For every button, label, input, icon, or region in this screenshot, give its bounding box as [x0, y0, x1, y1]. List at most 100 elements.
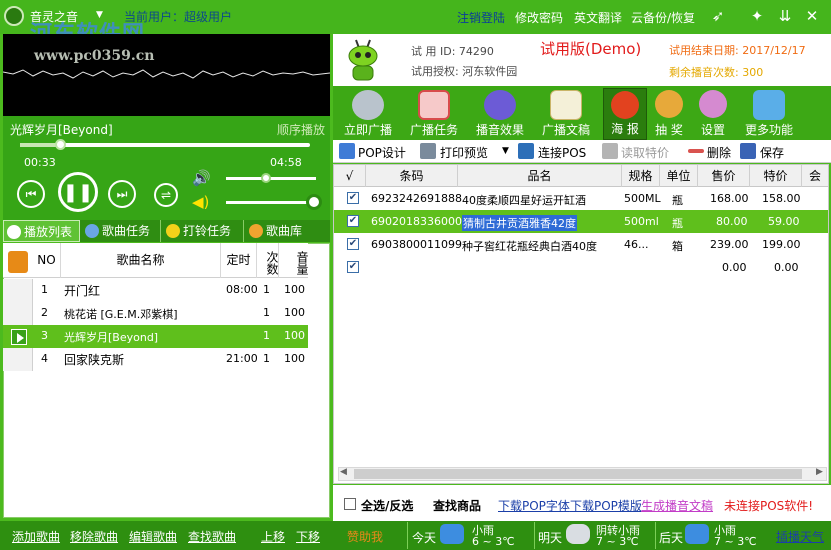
previous-icon[interactable]: ⏮ [17, 180, 45, 208]
rocket-icon[interactable]: ➶ [708, 6, 728, 26]
select-all-checkbox[interactable] [344, 498, 356, 510]
translate-link[interactable]: 英文翻译 [574, 9, 622, 26]
loop-icon[interactable]: ⇌ [154, 183, 178, 207]
donate-link[interactable]: 赞助我 [347, 528, 383, 545]
lottery-button[interactable]: 抽 奖 [649, 88, 689, 140]
generate-script-link[interactable]: 生成播音文稿 [641, 497, 713, 514]
tab-song-task[interactable]: 歌曲任务 [82, 220, 161, 242]
pause-icon[interactable]: ❚❚ [58, 172, 98, 212]
cell-vol: 100 [284, 283, 305, 296]
cell-unit: 瓶 [672, 194, 683, 207]
logout-link[interactable]: 注销登陆 [457, 9, 505, 26]
cell-name: 40度柔顺四星好运开缸酒 [462, 194, 586, 207]
print-preview-button[interactable]: 打印预览 [440, 144, 488, 161]
find-song-button[interactable]: 查找歌曲 [188, 528, 236, 545]
table-row[interactable]: ✔ 6903800011099 种子窖红花瓶经典白酒40度 46... 箱 239.00 1… [334, 233, 828, 256]
cell-name: 开门红 [64, 284, 101, 298]
broadcast-now-button[interactable]: 立即广播 [340, 88, 396, 140]
cell-no: 2 [41, 306, 48, 319]
tomorrow-label: 明天 [538, 531, 563, 545]
more-features-button[interactable]: 更多功能 [740, 88, 798, 140]
edition-label: 试用版(Demo) [540, 40, 642, 58]
pop-design-button[interactable]: POP设计 [358, 144, 406, 161]
tab-label: 歌曲任务 [102, 224, 151, 238]
download-template-link[interactable]: 下载POP模版 [570, 497, 642, 514]
tab-label: 播放列表 [24, 225, 73, 239]
skin-icon[interactable]: ✦ [747, 6, 767, 26]
edit-song-button[interactable]: 编辑歌曲 [129, 528, 177, 545]
row-checkbox[interactable]: ✔ [347, 215, 359, 227]
change-password-link[interactable]: 修改密码 [515, 9, 563, 26]
minimize-icon[interactable]: ⇊ [775, 6, 795, 26]
scroll-right-icon[interactable]: ▶ [816, 467, 823, 477]
row-marker [3, 348, 33, 371]
move-up-button[interactable]: 上移 [261, 528, 285, 545]
read-special-button[interactable]: 读取特价 [621, 144, 669, 161]
table-row[interactable]: ✔ 6923242691888 40度柔顺四星好运开缸酒 500ML 瓶 168.00 15… [334, 187, 828, 210]
print-dropdown-icon[interactable]: ▼ [502, 146, 509, 156]
button-label: 更多功能 [744, 123, 793, 137]
tab-label: 歌曲库 [266, 224, 303, 238]
cell-count: 1 [263, 283, 270, 296]
col-time: 定时 [221, 243, 257, 278]
col-spec: 规格 [622, 165, 660, 187]
broadcast-task-button[interactable]: 广播任务 [406, 88, 462, 140]
tab-song-library[interactable]: 歌曲库 [246, 220, 316, 242]
tab-playlist[interactable]: 播放列表 [3, 220, 80, 242]
move-down-button[interactable]: 下移 [296, 528, 320, 545]
next-icon[interactable]: ⏭ [108, 180, 136, 208]
broadcast-effect-button[interactable]: 播音效果 [472, 88, 528, 140]
poster-button[interactable]: 海 报 [603, 88, 647, 140]
volume-knob[interactable] [261, 173, 271, 183]
table-row-selected[interactable]: ✔ 6902018336000 猜制古井贡酒雅香42度 500ml 瓶 80.00 59.0… [334, 210, 828, 233]
download-font-link[interactable]: 下载POP字体 [498, 497, 570, 514]
find-product-button[interactable]: 查找商品 [433, 497, 481, 514]
lottery-icon [655, 90, 683, 118]
volume-slider[interactable] [226, 177, 316, 180]
row-checkbox[interactable]: ✔ [347, 261, 359, 273]
select-all-label[interactable]: 全选/反选 [361, 497, 413, 514]
save-button[interactable]: 保存 [760, 144, 784, 161]
cell-barcode: 6903800011099 [371, 238, 462, 251]
balance-slider[interactable] [226, 201, 316, 204]
progress-knob[interactable] [55, 139, 66, 150]
cell-vol: 100 [284, 352, 305, 365]
col-price: 售价 [698, 165, 750, 187]
broadcast-script-button[interactable]: 广播文稿 [538, 88, 594, 140]
remove-song-button[interactable]: 移除歌曲 [70, 528, 118, 545]
cell-name: 桃花诺 [G.E.M.邓紫棋] [64, 308, 178, 321]
delete-button[interactable]: 删除 [707, 144, 731, 161]
after-temp: 7 ~ 3℃ [714, 535, 757, 548]
play-mode[interactable]: 顺序播放 [277, 121, 325, 138]
delete-icon [688, 149, 704, 153]
volume-icon[interactable]: 🔊 [192, 169, 211, 187]
scroll-left-icon[interactable]: ◀ [340, 467, 347, 477]
col-member: 会 [808, 169, 821, 183]
button-label: 广播文稿 [541, 123, 590, 137]
scrollbar-thumb[interactable] [354, 469, 802, 479]
balance-knob[interactable] [306, 194, 322, 210]
add-song-button[interactable]: 添加歌曲 [12, 528, 60, 545]
settings-button[interactable]: 设置 [693, 88, 733, 140]
elapsed-time: 00:33 [24, 156, 56, 169]
tab-bell-task[interactable]: 打铃任务 [163, 220, 244, 242]
cloud-backup-link[interactable]: 云备份/恢复 [631, 9, 695, 26]
table-row-selected[interactable]: 3 光辉岁月[Beyond] 1 100 [3, 325, 308, 348]
row-marker [3, 302, 33, 325]
speaker-icon [352, 90, 384, 120]
row-checkbox[interactable]: ✔ [347, 238, 359, 250]
row-checkbox[interactable]: ✔ [347, 192, 359, 204]
insert-weather-link[interactable]: 插播天气 [776, 528, 824, 545]
effect-icon [484, 90, 516, 120]
table-row[interactable]: 2 桃花诺 [G.E.M.邓紫棋] 1 100 [3, 302, 308, 325]
table-row[interactable]: ✔ 0.00 0.00 [334, 256, 828, 279]
pos-status: 未连接POS软件! [724, 499, 814, 513]
cell-name-editing[interactable]: 猜制古井贡酒雅香42度 [462, 215, 577, 231]
table-row[interactable]: 4 回家陕克斯 21:00 1 100 [3, 348, 308, 371]
app-logo-icon [4, 6, 24, 26]
table-row[interactable]: 1 开门红 08:00 1 100 [3, 279, 308, 302]
close-icon[interactable]: ✕ [802, 6, 822, 26]
trial-license: 试用授权: 河东软件园 [411, 65, 518, 78]
cloudy-icon [566, 524, 590, 544]
connect-pos-button[interactable]: 连接POS [538, 144, 586, 161]
